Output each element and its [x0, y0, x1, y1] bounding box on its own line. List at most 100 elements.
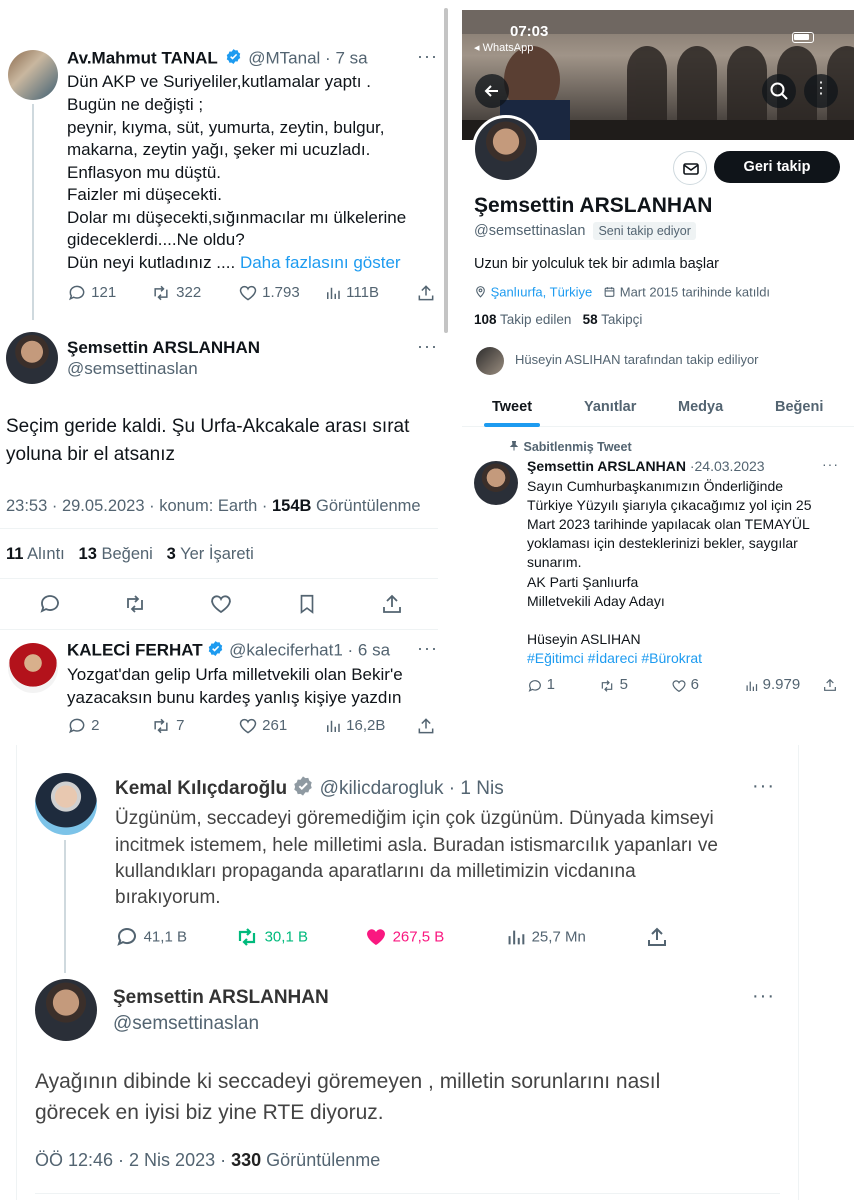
views-button[interactable]: 111B	[324, 283, 379, 303]
tweet-line: Dün AKP ve Suriyeliler,kutlamalar yaptı …	[67, 72, 371, 91]
views-button[interactable]: 25,7 Mn	[505, 925, 586, 949]
tweet-line: Dün neyi kutladınız ....	[67, 253, 236, 272]
like-count: 261	[262, 716, 288, 734]
location-icon	[474, 284, 487, 302]
reply-button[interactable]: 1	[527, 676, 555, 694]
avatar[interactable]	[35, 773, 97, 835]
share-icon[interactable]	[380, 592, 404, 616]
tweet-line: kullandıkları propaganda aparatlarını da…	[115, 861, 636, 882]
author-name[interactable]: Av.Mahmut TANAL	[67, 48, 218, 67]
followed-by-text[interactable]: Hüseyin ASLIHAN tarafından takip ediliyo…	[515, 352, 759, 367]
more-options-icon[interactable]: ⋮	[804, 74, 838, 108]
pin-icon	[508, 440, 520, 455]
retweet-count: 5	[619, 676, 628, 693]
author-name[interactable]: Kemal Kılıçdaroğlu	[115, 778, 287, 799]
retweet-button[interactable]: 5	[598, 676, 628, 694]
reply-count: 2	[91, 716, 100, 734]
pinned-date: 24.03.2023	[694, 458, 765, 474]
follow-back-button[interactable]: Geri takip	[714, 151, 840, 183]
avatar[interactable]	[6, 332, 58, 384]
avatar[interactable]	[476, 347, 504, 375]
reply-line: yoluna bir el atsanız	[6, 444, 175, 465]
tab-likes[interactable]: Beğeni	[775, 399, 823, 415]
follows-you-badge: Seni takip ediyor	[593, 222, 696, 240]
reply-count: 121	[91, 283, 117, 301]
more-options-icon[interactable]: ···	[752, 985, 775, 1008]
retweet-count: 30,1 B	[264, 928, 308, 946]
pinned-line: Milletvekili Aday Adayı	[527, 593, 665, 609]
retweet-button[interactable]: 7	[150, 716, 185, 736]
quotes-stat[interactable]: 11 Alıntı	[6, 545, 65, 563]
panel-mahmut-thread: Av.Mahmut TANAL @MTanal · 7 sa ··· Dün A…	[0, 0, 450, 745]
like-button[interactable]: 1.793	[238, 283, 300, 303]
profile-location[interactable]: Şanlıurfa, Türkiye	[491, 284, 593, 299]
view-count: 154B	[272, 497, 312, 515]
tab-tweet[interactable]: Tweet	[492, 399, 532, 415]
panel-profile: 07:03 ◂ WhatsApp ⋮ Geri takip Şemsettin …	[462, 10, 854, 700]
author-handle[interactable]: @kilicdarogluk	[320, 778, 444, 799]
reply-button[interactable]: 2	[67, 716, 100, 736]
share-icon[interactable]	[822, 676, 838, 693]
more-options-icon[interactable]: ···	[417, 46, 438, 67]
author-handle[interactable]: @kaleciferhat1	[229, 640, 343, 659]
tweet-line: Yozgat'dan gelip Urfa milletvekili olan …	[67, 665, 403, 684]
avatar[interactable]	[8, 643, 58, 693]
more-options-icon[interactable]: ···	[417, 638, 438, 659]
tweet-time: 7 sa	[335, 48, 368, 68]
show-more-link[interactable]: Daha fazlasını göster	[240, 253, 401, 272]
share-icon[interactable]	[645, 925, 669, 949]
views-button[interactable]: 9.979	[744, 676, 800, 694]
tab-replies[interactable]: Yanıtlar	[584, 399, 636, 415]
reply-author-handle[interactable]: @semsettinaslan	[113, 1013, 259, 1035]
avatar[interactable]	[8, 50, 58, 100]
share-icon[interactable]	[416, 283, 436, 303]
like-count: 1.793	[262, 283, 300, 301]
retweet-button[interactable]: 322	[150, 283, 201, 303]
retweet-button[interactable]	[122, 592, 148, 616]
views-count: 111B	[346, 283, 379, 301]
like-button[interactable]	[209, 592, 233, 616]
pinned-line: Türkiye Yüzyılı şiarıyla çıkacağımız yol…	[527, 497, 812, 513]
share-icon[interactable]	[416, 716, 436, 736]
reply-button[interactable]: 121	[67, 283, 116, 303]
more-options-icon[interactable]: ···	[822, 456, 839, 472]
message-button[interactable]	[673, 151, 707, 185]
like-button[interactable]: 261	[238, 716, 287, 736]
profile-handle: @semsettinaslan	[474, 223, 586, 239]
scrollbar[interactable]	[444, 8, 448, 333]
likes-stat[interactable]: 13 Beğeni	[79, 545, 153, 563]
tab-media[interactable]: Medya	[678, 399, 723, 415]
reply-author-name[interactable]: Şemsettin ARSLANHAN	[67, 338, 260, 358]
more-options-icon[interactable]: ···	[417, 336, 438, 357]
reply-line: Ayağının dibinde ki seccadeyi göremeyen …	[35, 1070, 661, 1093]
tweet-timestamp: ÖÖ 12:46 · 2 Nis 2023 ·	[35, 1150, 227, 1170]
back-button[interactable]	[475, 74, 509, 108]
back-to-whatsapp-link[interactable]: ◂ WhatsApp	[474, 41, 533, 54]
more-options-icon[interactable]: ···	[752, 775, 775, 798]
verified-badge-icon	[292, 775, 314, 803]
author-handle[interactable]: @MTanal	[248, 48, 320, 67]
view-label: Görüntülenme	[266, 1150, 381, 1170]
like-button[interactable]: 267,5 B	[364, 925, 444, 949]
views-button[interactable]: 16,2B	[324, 716, 385, 736]
views-count: 16,2B	[346, 716, 386, 734]
like-button[interactable]: 6	[671, 676, 699, 694]
retweet-count: 322	[176, 283, 202, 301]
reply-author-name[interactable]: Şemsettin ARSLANHAN	[113, 987, 329, 1009]
bookmarks-stat[interactable]: 3 Yer İşareti	[167, 545, 254, 563]
reply-button[interactable]	[38, 592, 62, 616]
reply-button[interactable]: 41,1 B	[115, 925, 187, 949]
author-name[interactable]: KALECİ FERHAT	[67, 640, 203, 659]
avatar[interactable]	[474, 461, 518, 505]
reply-author-handle[interactable]: @semsettinaslan	[67, 359, 198, 379]
following-count[interactable]: 108 Takip edilen	[474, 312, 571, 327]
pinned-hashtags[interactable]: #Eğitimci #İdareci #Bürokrat	[527, 649, 702, 668]
search-icon[interactable]	[762, 74, 796, 108]
avatar[interactable]	[35, 979, 97, 1041]
pinned-author[interactable]: Şemsettin ARSLANHAN	[527, 458, 686, 474]
views-count: 25,7 Mn	[531, 928, 586, 946]
bookmark-button[interactable]	[296, 592, 318, 616]
retweet-button[interactable]: 30,1 B	[234, 925, 308, 949]
profile-avatar[interactable]	[472, 115, 540, 183]
followers-count[interactable]: 58 Takipçi	[583, 312, 643, 327]
